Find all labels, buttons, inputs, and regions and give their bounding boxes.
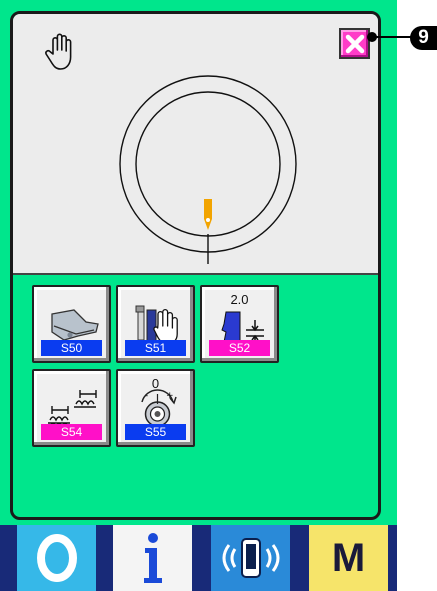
ready-button[interactable] xyxy=(17,525,96,591)
hand-icon xyxy=(45,33,72,70)
communication-icon xyxy=(222,538,279,578)
tile-s54[interactable]: S54 xyxy=(32,369,111,447)
tile-code: S54 xyxy=(41,424,102,440)
close-button[interactable] xyxy=(339,28,370,59)
bottom-bar: M xyxy=(0,525,397,591)
bobbin-circle-indicator xyxy=(119,75,297,264)
svg-text:-: - xyxy=(145,391,148,401)
tile-code: S50 xyxy=(41,340,102,356)
communication-button[interactable] xyxy=(211,525,290,591)
callout-dot xyxy=(367,32,377,42)
mode-button[interactable]: M xyxy=(309,525,388,591)
tile-code: S52 xyxy=(209,340,270,356)
callout-badge: 9 xyxy=(410,26,437,50)
close-icon xyxy=(345,34,364,53)
tile-code: S55 xyxy=(125,424,186,440)
tile-code: S51 xyxy=(125,340,186,356)
ready-icon xyxy=(36,534,77,582)
tile-s50[interactable]: S50 xyxy=(32,285,111,363)
tile-s51[interactable]: S51 xyxy=(116,285,195,363)
tile-s52[interactable]: 2.0 S52 xyxy=(200,285,279,363)
info-icon xyxy=(143,533,162,583)
status-display xyxy=(13,14,378,275)
operation-panel: S50 S51 2.0 S52 S54 0 - + S55 xyxy=(0,0,397,525)
tile-s55[interactable]: 0 - + S55 xyxy=(116,369,195,447)
panel-frame: S50 S51 2.0 S52 S54 0 - + S55 xyxy=(10,11,381,520)
svg-text:+: + xyxy=(166,391,174,401)
mode-icon: M xyxy=(331,535,366,580)
info-button[interactable] xyxy=(113,525,192,591)
callout-line xyxy=(372,36,412,38)
